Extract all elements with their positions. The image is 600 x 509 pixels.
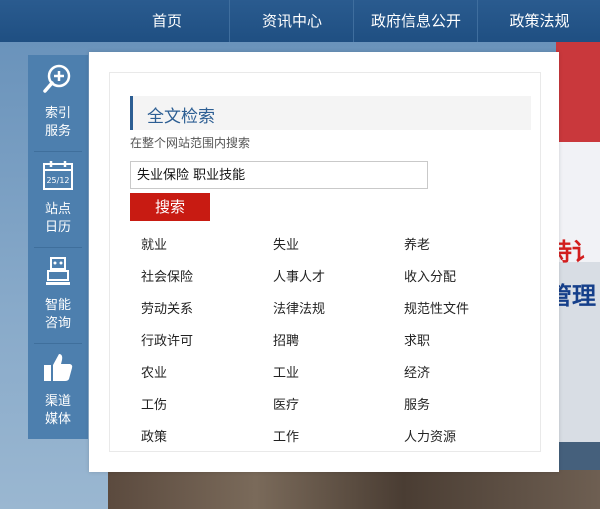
nav-home[interactable]: 首页 — [105, 0, 229, 42]
fulltext-search-panel: 全文检索 在整个网站范围内搜索 失业保险 职业技能 搜索 就业 失业 养老 社会… — [89, 52, 559, 472]
sidebar-label: 媒体 — [44, 412, 71, 427]
robot-icon — [46, 257, 70, 285]
sidebar-label: 咨询 — [44, 316, 71, 331]
top-navigation: 首页 资讯中心 政府信息公开 政策法规 — [0, 0, 600, 42]
keyword-link[interactable]: 就业 — [141, 234, 167, 253]
keyword-link[interactable]: 收入分配 — [404, 266, 456, 285]
sidebar-item-consult[interactable]: 智能 咨询 — [28, 247, 88, 343]
sidebar-item-calendar[interactable]: 25/12 站点 日历 — [28, 151, 88, 247]
meeting-photo — [108, 470, 600, 509]
keyword-link[interactable]: 养老 — [404, 234, 430, 253]
keyword-link[interactable]: 求职 — [404, 330, 430, 349]
keyword-link[interactable]: 服务 — [404, 394, 430, 413]
sidebar-label: 索引 — [44, 106, 71, 121]
calendar-date: 25/12 — [46, 176, 69, 185]
keyword-link[interactable]: 人事人才 — [273, 266, 325, 285]
keyword-link[interactable]: 工作 — [273, 426, 299, 445]
sidebar-item-media[interactable]: 渠道 媒体 — [28, 343, 88, 439]
nav-news[interactable]: 资讯中心 — [229, 0, 354, 42]
keyword-link[interactable]: 招聘 — [273, 330, 299, 349]
keyword-link[interactable]: 社会保险 — [141, 266, 193, 285]
search-button[interactable]: 搜索 — [130, 193, 210, 221]
sidebar-label: 服务 — [44, 124, 71, 139]
keyword-link[interactable]: 失业 — [273, 234, 299, 253]
keyword-link[interactable]: 行政许可 — [141, 330, 193, 349]
keyword-link[interactable]: 工业 — [273, 362, 299, 381]
sidebar-label: 智能 — [44, 298, 71, 313]
keyword-link[interactable]: 规范性文件 — [404, 298, 469, 317]
sidebar-label: 渠道 — [44, 394, 71, 409]
nav-gov-info[interactable]: 政府信息公开 — [353, 0, 478, 42]
keyword-link[interactable]: 人力资源 — [404, 426, 456, 445]
keyword-link[interactable]: 政策 — [141, 426, 167, 445]
side-toolbar: 索引 服务 25/12 站点 日历 智能 咨询 渠道 媒体 — [28, 55, 88, 439]
sidebar-label: 站点 — [44, 202, 71, 217]
nav-policy[interactable]: 政策法规 — [477, 0, 600, 42]
sidebar-item-index[interactable]: 索引 服务 — [28, 55, 88, 151]
panel-title: 全文检索 — [147, 107, 215, 127]
search-input[interactable]: 失业保险 职业技能 — [130, 161, 428, 189]
keyword-link[interactable]: 劳动关系 — [141, 298, 193, 317]
keyword-link[interactable]: 法律法规 — [273, 298, 325, 317]
keyword-link[interactable]: 医疗 — [273, 394, 299, 413]
sidebar-label: 日历 — [44, 220, 71, 235]
panel-title-bar: 全文检索 — [130, 96, 531, 130]
keyword-link[interactable]: 经济 — [404, 362, 430, 381]
thumbs-up-icon — [44, 354, 73, 381]
calendar-icon: 25/12 — [43, 161, 73, 190]
keyword-link[interactable]: 农业 — [141, 362, 167, 381]
keyword-link[interactable]: 工伤 — [141, 394, 167, 413]
search-scope-text: 在整个网站范围内搜索 — [130, 136, 251, 150]
search-plus-icon — [43, 64, 71, 93]
